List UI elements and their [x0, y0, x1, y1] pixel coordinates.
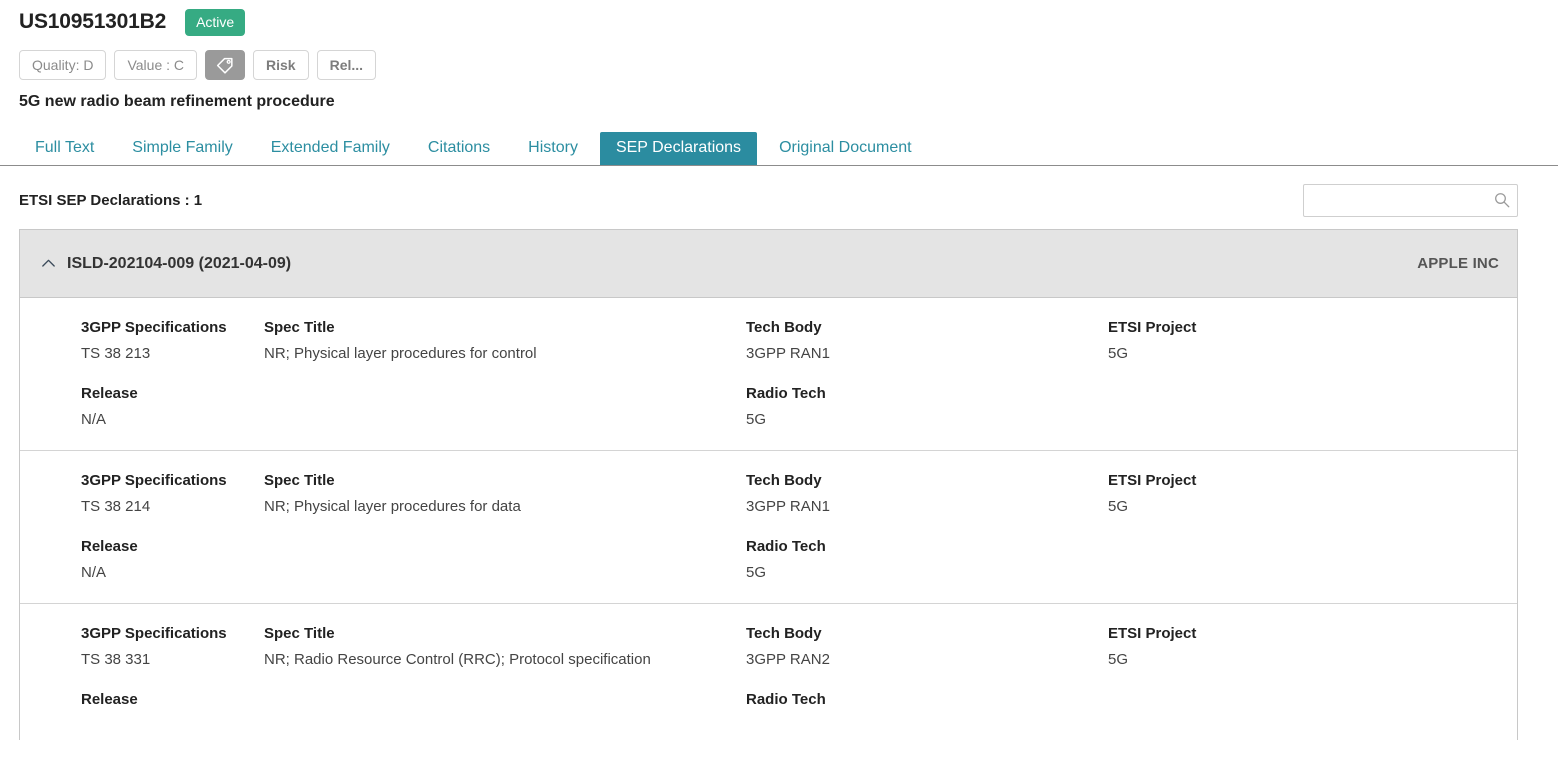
- chevron-up-icon[interactable]: [40, 255, 57, 272]
- field-spec-title: Spec Title NR; Physical layer procedures…: [264, 319, 732, 362]
- tab-history[interactable]: History: [512, 132, 594, 165]
- sep-declarations-count: ETSI SEP Declarations : 1: [19, 192, 203, 209]
- value-chip[interactable]: Value : C: [114, 50, 198, 80]
- field-value: 5G: [1108, 650, 1129, 668]
- table-row: 3GPP Specifications TS 38 214 Release N/…: [20, 451, 1517, 604]
- declaration-panel: ISLD-202104-009 (2021-04-09) APPLE INC 3…: [19, 229, 1518, 740]
- field-etsi-project: ETSI Project 5G: [1108, 625, 1394, 668]
- declaration-header-left: ISLD-202104-009 (2021-04-09): [40, 255, 291, 273]
- field-label: Spec Title: [264, 625, 335, 642]
- tag-icon: [216, 57, 233, 74]
- etsi-project-column: ETSI Project 5G: [1108, 625, 1408, 718]
- title-row: US10951301B2 Active: [19, 6, 1558, 38]
- field-value: 5G: [746, 410, 767, 428]
- spec-title-column: Spec Title NR; Physical layer procedures…: [264, 319, 746, 428]
- field-value: TS 38 214: [81, 497, 151, 515]
- quality-chip[interactable]: Quality: D: [19, 50, 107, 80]
- declaration-owner: APPLE INC: [1417, 255, 1499, 272]
- spec-title-column: Spec Title NR; Radio Resource Control (R…: [264, 625, 746, 718]
- field-value: 5G: [746, 563, 767, 581]
- page-title: US10951301B2: [19, 10, 167, 33]
- spec-column: 3GPP Specifications TS 38 331 Release: [20, 625, 264, 718]
- tech-body-column: Tech Body 3GPP RAN1 Radio Tech 5G: [746, 319, 1108, 428]
- tab-bar: Full Text Simple Family Extended Family …: [0, 126, 1558, 166]
- declaration-id: ISLD-202104-009 (2021-04-09): [67, 254, 292, 272]
- tech-body-column: Tech Body 3GPP RAN2 Radio Tech: [746, 625, 1108, 718]
- field-value: N/A: [81, 563, 107, 581]
- field-value: N/A: [81, 410, 107, 428]
- field-spec-title: Spec Title NR; Radio Resource Control (R…: [264, 625, 732, 668]
- tab-simple-family[interactable]: Simple Family: [116, 132, 248, 165]
- field-label: ETSI Project: [1108, 625, 1197, 642]
- field-label: 3GPP Specifications: [81, 472, 227, 489]
- tab-original-document[interactable]: Original Document: [763, 132, 928, 165]
- field-3gpp-specifications: 3GPP Specifications TS 38 214: [81, 472, 250, 515]
- field-etsi-project: ETSI Project 5G: [1108, 319, 1394, 362]
- spec-title-column: Spec Title NR; Physical layer procedures…: [264, 472, 746, 581]
- search-box: [1303, 184, 1518, 217]
- field-value: 3GPP RAN2: [746, 650, 830, 668]
- field-label: Tech Body: [746, 319, 822, 336]
- field-label: 3GPP Specifications: [81, 319, 227, 336]
- field-radio-tech: Radio Tech 5G: [746, 538, 1094, 581]
- field-3gpp-specifications: 3GPP Specifications TS 38 213: [81, 319, 250, 362]
- tab-sep-declarations[interactable]: SEP Declarations: [599, 132, 758, 165]
- field-value: 5G: [1108, 344, 1129, 362]
- tag-chip-button[interactable]: [205, 50, 246, 80]
- field-label: Tech Body: [746, 472, 822, 489]
- table-row: 3GPP Specifications TS 38 213 Release N/…: [20, 298, 1517, 451]
- search-input[interactable]: [1303, 184, 1518, 217]
- tab-citations[interactable]: Citations: [412, 132, 506, 165]
- declaration-header[interactable]: ISLD-202104-009 (2021-04-09) APPLE INC: [20, 230, 1517, 298]
- tech-body-column: Tech Body 3GPP RAN1 Radio Tech 5G: [746, 472, 1108, 581]
- field-label: Tech Body: [746, 625, 822, 642]
- field-label: Radio Tech: [746, 385, 826, 402]
- patent-detail-page: US10951301B2 Active Quality: D Value : C…: [0, 0, 1558, 781]
- relevance-chip[interactable]: Rel...: [316, 50, 377, 80]
- field-label: Release: [81, 691, 138, 708]
- field-value: NR; Physical layer procedures for data: [264, 497, 521, 515]
- field-label: Radio Tech: [746, 691, 826, 708]
- field-tech-body: Tech Body 3GPP RAN2: [746, 625, 1094, 668]
- field-radio-tech: Radio Tech: [746, 691, 1094, 709]
- field-radio-tech: Radio Tech 5G: [746, 385, 1094, 428]
- spec-column: 3GPP Specifications TS 38 213 Release N/…: [20, 319, 264, 428]
- field-label: Release: [81, 385, 138, 402]
- field-value: TS 38 331: [81, 650, 151, 668]
- field-label: Spec Title: [264, 319, 335, 336]
- field-release: Release: [81, 691, 250, 709]
- field-value: NR; Physical layer procedures for contro…: [264, 344, 537, 362]
- field-value: 3GPP RAN1: [746, 497, 830, 515]
- etsi-project-column: ETSI Project 5G: [1108, 319, 1408, 428]
- spec-column: 3GPP Specifications TS 38 214 Release N/…: [20, 472, 264, 581]
- table-row: 3GPP Specifications TS 38 331 Release Sp…: [20, 604, 1517, 740]
- field-value: 3GPP RAN1: [746, 344, 830, 362]
- field-label: ETSI Project: [1108, 319, 1197, 336]
- field-value: NR; Radio Resource Control (RRC); Protoc…: [264, 650, 651, 668]
- field-etsi-project: ETSI Project 5G: [1108, 472, 1394, 515]
- document-title: 5G new radio beam refinement procedure: [19, 93, 335, 110]
- tab-extended-family[interactable]: Extended Family: [255, 132, 406, 165]
- chip-row: Quality: D Value : C Risk Rel...: [19, 50, 1558, 80]
- field-label: ETSI Project: [1108, 472, 1197, 489]
- field-spec-title: Spec Title NR; Physical layer procedures…: [264, 472, 732, 515]
- field-label: Release: [81, 538, 138, 555]
- field-label: Radio Tech: [746, 538, 826, 555]
- field-value: 5G: [1108, 497, 1129, 515]
- etsi-project-column: ETSI Project 5G: [1108, 472, 1408, 581]
- field-release: Release N/A: [81, 538, 250, 581]
- risk-chip[interactable]: Risk: [253, 50, 309, 80]
- field-tech-body: Tech Body 3GPP RAN1: [746, 319, 1094, 362]
- field-3gpp-specifications: 3GPP Specifications TS 38 331: [81, 625, 250, 668]
- sep-section-header: ETSI SEP Declarations : 1: [0, 166, 1558, 217]
- document-header: US10951301B2 Active Quality: D Value : C…: [0, 0, 1558, 111]
- field-release: Release N/A: [81, 385, 250, 428]
- field-label: Spec Title: [264, 472, 335, 489]
- field-label: 3GPP Specifications: [81, 625, 227, 642]
- tab-full-text[interactable]: Full Text: [19, 132, 110, 165]
- field-value: TS 38 213: [81, 344, 151, 362]
- field-tech-body: Tech Body 3GPP RAN1: [746, 472, 1094, 515]
- status-badge: Active: [185, 8, 246, 36]
